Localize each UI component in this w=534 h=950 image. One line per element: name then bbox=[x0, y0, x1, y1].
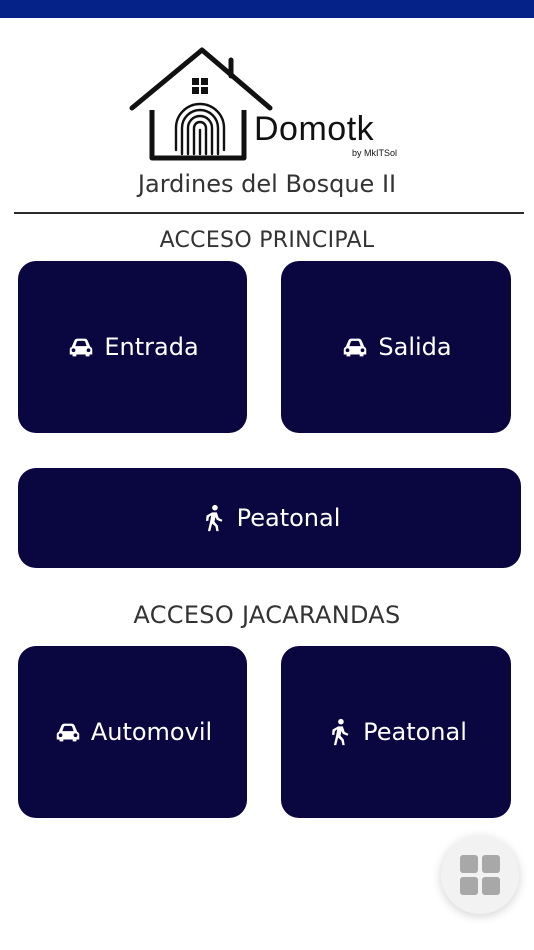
car-icon bbox=[53, 717, 83, 747]
car-icon bbox=[66, 332, 96, 362]
pedestrian-icon bbox=[325, 717, 355, 747]
house-fingerprint-icon bbox=[129, 47, 273, 161]
header-divider bbox=[14, 212, 524, 214]
car-icon bbox=[340, 332, 370, 362]
grid-menu-icon bbox=[460, 855, 500, 895]
app-logo: Domotk by MkITSol bbox=[124, 46, 414, 166]
brand-name: Domotk bbox=[254, 110, 375, 148]
menu-fab-button[interactable] bbox=[441, 836, 519, 914]
brand-byline: by MkITSol bbox=[352, 148, 398, 158]
entrada-button[interactable]: Entrada bbox=[18, 261, 247, 433]
pedestrian-icon bbox=[199, 503, 229, 533]
site-name: Jardines del Bosque II bbox=[137, 170, 397, 198]
section-title-principal: ACCESO PRINCIPAL bbox=[159, 228, 375, 253]
automovil-button[interactable]: Automovil bbox=[18, 646, 247, 818]
section-title-jacarandas: ACCESO JACARANDAS bbox=[133, 601, 401, 629]
automovil-label: Automovil bbox=[90, 718, 213, 746]
status-bar bbox=[0, 0, 534, 18]
peatonal-principal-button[interactable]: Peatonal bbox=[18, 468, 521, 568]
peatonal-principal-label: Peatonal bbox=[236, 504, 341, 532]
peatonal-jacarandas-label: Peatonal bbox=[363, 718, 467, 746]
entrada-label: Entrada bbox=[104, 333, 199, 361]
salida-button[interactable]: Salida bbox=[281, 261, 511, 433]
salida-label: Salida bbox=[378, 333, 452, 361]
peatonal-jacarandas-button[interactable]: Peatonal bbox=[281, 646, 511, 818]
